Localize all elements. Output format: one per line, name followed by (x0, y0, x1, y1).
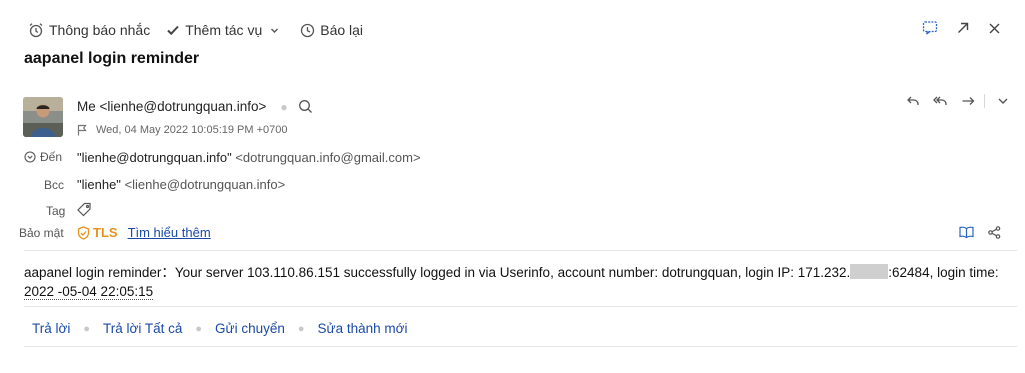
snooze-button[interactable]: Báo lại (300, 22, 363, 38)
tag-icon[interactable] (77, 202, 92, 217)
to-recipient[interactable]: "lienhe@dotrungquan.info" <dotrungquan.i… (77, 150, 421, 165)
reply-all-icon[interactable] (932, 94, 949, 108)
tag-label: Tag (46, 204, 66, 218)
book-icon[interactable] (959, 226, 974, 239)
close-icon[interactable] (988, 22, 1001, 35)
forward-icon[interactable] (961, 94, 976, 108)
tls-label: TLS (93, 225, 118, 240)
sender-address[interactable]: Me <lienhe@dotrungquan.info> (77, 99, 266, 114)
separator-dot: ● (195, 322, 203, 335)
redacted-block (850, 264, 889, 279)
avatar[interactable] (23, 97, 63, 137)
add-task-button[interactable]: Thêm tác vụ (166, 22, 284, 38)
add-task-label: Thêm tác vụ (185, 22, 263, 38)
flag-icon[interactable] (77, 124, 88, 136)
chevron-down-icon[interactable] (270, 26, 279, 35)
reply-icon[interactable] (906, 94, 920, 108)
secondary-actions (945, 226, 1001, 239)
to-label-row[interactable]: Đến (24, 150, 62, 164)
divider (984, 94, 985, 108)
reply-bar: Trả lời ● Trả lời Tất cả ● Gửi chuyển ● … (32, 321, 407, 336)
to-name: "lienhe@dotrungquan.info" (77, 150, 232, 165)
reminder-label: Thông báo nhắc (49, 22, 151, 38)
chat-icon[interactable] (922, 20, 938, 36)
security-info: TLS Tìm hiểu thêm (77, 225, 211, 240)
email-body: aapanel login reminder：Your server 103.1… (24, 263, 1004, 301)
to-label: Đến (40, 150, 63, 164)
learn-more-link[interactable]: Tìm hiểu thêm (128, 225, 211, 240)
sender-line: Me <lienhe@dotrungquan.info> ● (77, 99, 313, 114)
forward-link[interactable]: Gửi chuyển (215, 321, 285, 336)
login-time[interactable]: 2022 -05-04 22:05:15 (24, 284, 154, 300)
reply-all-link[interactable]: Trả lời Tất cả (103, 321, 182, 336)
reply-link[interactable]: Trả lời (32, 321, 70, 336)
window-controls (904, 20, 1001, 36)
chevron-circle-icon[interactable] (24, 151, 36, 163)
reminder-button[interactable]: Thông báo nhắc (28, 22, 150, 38)
pop-out-icon[interactable] (956, 21, 970, 35)
body-text-part2: :62484, login time: (888, 265, 999, 280)
bcc-recipient[interactable]: "lienhe" <lienhe@dotrungquan.info> (77, 177, 285, 192)
sent-date: Wed, 04 May 2022 10:05:19 PM +0700 (96, 124, 288, 136)
body-divider (24, 306, 1017, 307)
message-actions (894, 94, 1009, 108)
separator-dot: ● (297, 322, 305, 335)
email-subject: aapanel login reminder (24, 50, 200, 67)
snooze-label: Báo lại (320, 22, 364, 38)
footer-divider (24, 346, 1017, 347)
tag-button[interactable] (77, 202, 92, 220)
body-text-part1: aapanel login reminder：Your server 103.1… (24, 265, 851, 280)
bcc-label: Bcc (44, 178, 65, 192)
edit-as-new-link[interactable]: Sửa thành mới (318, 321, 408, 336)
separator-dot: ● (280, 99, 288, 114)
date-line: Wed, 04 May 2022 10:05:19 PM +0700 (77, 124, 288, 136)
alarm-clock-icon (29, 23, 43, 38)
shield-check-icon (77, 225, 90, 240)
separator-dot: ● (83, 322, 91, 335)
search-icon[interactable] (298, 99, 313, 114)
toolbar: Thông báo nhắc Thêm tác vụ Báo lại (28, 19, 379, 41)
clock-icon (301, 23, 315, 37)
bcc-address: <lienhe@dotrungquan.info> (124, 177, 286, 192)
security-label: Bảo mật (19, 226, 64, 240)
share-icon[interactable] (988, 226, 1001, 239)
header-divider (24, 250, 1017, 251)
more-options-chevron-icon[interactable] (997, 95, 1009, 107)
to-address: <dotrungquan.info@gmail.com> (235, 150, 421, 165)
checkmark-icon (167, 25, 179, 36)
bcc-name: "lienhe" (77, 177, 121, 192)
